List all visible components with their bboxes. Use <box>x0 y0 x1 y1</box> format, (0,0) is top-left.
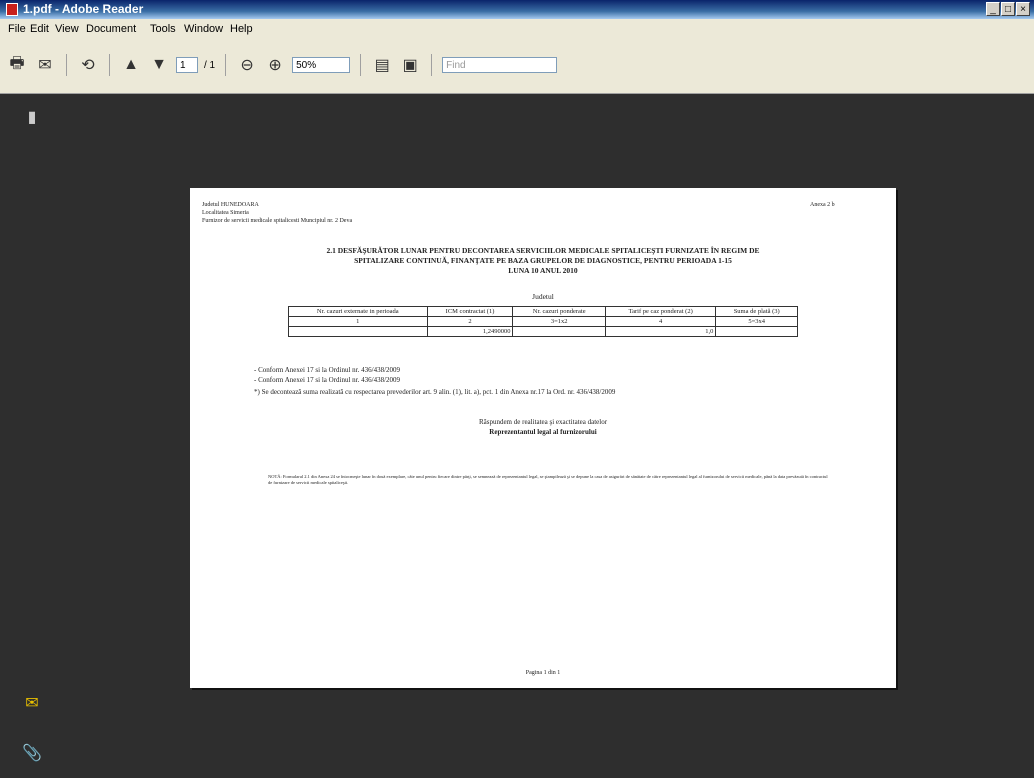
table-cell: 1 <box>288 316 428 327</box>
table-header: ICM contractat (1) <box>426 306 514 317</box>
table-cell: 5=3x4 <box>715 316 798 327</box>
table-row: 1 2 3=1x2 4 5=3x4 <box>288 316 798 327</box>
menu-file[interactable]: File <box>8 23 26 35</box>
zoom-dropdown[interactable]: 50% <box>292 57 351 73</box>
comments-icon[interactable]: ✉ <box>22 694 42 714</box>
table-cell: 2 <box>426 316 514 327</box>
zoom-out-icon[interactable]: ⊖ <box>236 54 258 76</box>
table-header: Suma de plată (3) <box>715 306 798 317</box>
maximize-button[interactable]: □ <box>1001 2 1015 16</box>
responsibility-statement: Răspundem de realitatea şi exactitatea d… <box>478 418 608 426</box>
data-table: Nr. cazuri externate in perioada ICM con… <box>288 306 798 337</box>
header-county: Judetul HUNEDOARA <box>202 202 259 208</box>
document-title-line: SPITALIZARE CONTINUĂ, FINANŢATE PE BAZA … <box>354 256 732 265</box>
menu-view[interactable]: View <box>55 23 79 35</box>
table-cell: 3=1x2 <box>512 316 606 327</box>
table-header: Nr. cazuri externate in perioada <box>288 306 428 317</box>
table-row: 1,2490000 1,0 <box>288 326 798 337</box>
header-locality: Localitatea Simeria <box>202 210 249 216</box>
menu-edit[interactable]: Edit <box>30 23 49 35</box>
page-total: / 1 <box>204 59 216 71</box>
fit-width-icon[interactable]: ▤ <box>371 54 393 76</box>
table-cell <box>288 326 428 337</box>
document-title-line: 2.1 DESFĂŞURĂTOR LUNAR PENTRU DECONTAREA… <box>326 246 760 255</box>
find-input[interactable]: Find <box>442 57 558 73</box>
title-bar: 1.pdf - Adobe Reader _ □ × <box>0 0 1034 19</box>
footnote: NOTĂ: Formularul 2.1 din Anexa 24 se înt… <box>268 474 828 485</box>
toolbar-divider <box>360 54 362 76</box>
header-provider: Furnizor de servicii medicale spitalices… <box>202 218 353 224</box>
note-line: *) Se decontează suma realizată cu respe… <box>254 388 616 396</box>
menu-help[interactable]: Help <box>230 23 253 35</box>
email-icon[interactable]: ✉ <box>34 54 56 76</box>
minimize-button[interactable]: _ <box>986 2 1000 16</box>
menu-document[interactable]: Document <box>86 23 136 35</box>
previous-page-icon[interactable]: ▲ <box>120 54 142 76</box>
adobe-reader-icon <box>6 3 18 16</box>
toolbar-divider <box>431 54 433 76</box>
note-line: - Conform Anexei 17 si la Ordinul nr. 43… <box>254 366 401 374</box>
collaborate-icon[interactable]: ⟲ <box>77 54 99 76</box>
page-number: Pagina 1 din 1 <box>525 670 561 676</box>
menu-bar: File Edit View Document Tools Window Hel… <box>0 19 1034 39</box>
table-cell: 1,0 <box>604 326 717 337</box>
legal-representative: Reprezentantul legal al furnizorului <box>489 428 597 436</box>
pdf-page: Judetul HUNEDOARA Localitatea Simeria Fu… <box>190 188 896 688</box>
navigation-sidebar: ▮ ✉ 📎 <box>0 94 50 778</box>
toolbar-divider <box>225 54 227 76</box>
menu-tools[interactable]: Tools <box>150 23 176 35</box>
next-page-icon[interactable]: ▼ <box>148 54 170 76</box>
toolbar: 🖶 ✉ ⟲ ▲ ▼ 1 / 1 ⊖ ⊕ 50% ▤ ▣ Find <box>0 39 1034 94</box>
page-number-input[interactable]: 1 <box>176 57 198 73</box>
document-subtitle: Judetul <box>532 292 554 301</box>
fit-page-icon[interactable]: ▣ <box>399 54 421 76</box>
window-title: 1.pdf - Adobe Reader <box>23 2 144 16</box>
table-cell <box>512 326 606 337</box>
print-icon[interactable]: 🖶 <box>6 54 28 76</box>
table-cell: 1,2490000 <box>426 326 514 337</box>
table-cell: 4 <box>604 316 717 327</box>
note-line: - Conform Anexei 17 si la Ordinul nr. 43… <box>254 376 401 384</box>
toolbar-divider <box>109 54 110 76</box>
document-title-line: LUNA 10 ANUL 2010 <box>508 266 578 275</box>
table-cell <box>715 326 798 337</box>
pages-icon[interactable]: ▮ <box>22 108 42 128</box>
menu-window[interactable]: Window <box>184 23 223 35</box>
window-controls: _ □ × <box>986 2 1030 16</box>
table-header: Tarif pe caz ponderat (2) <box>604 306 717 317</box>
attachments-icon[interactable]: 📎 <box>22 744 42 764</box>
header-annex: Anexa 2 b <box>810 202 835 208</box>
close-button[interactable]: × <box>1016 2 1030 16</box>
toolbar-divider <box>66 54 67 76</box>
zoom-in-icon[interactable]: ⊕ <box>264 54 286 76</box>
table-header: Nr. cazuri ponderate <box>512 306 606 317</box>
